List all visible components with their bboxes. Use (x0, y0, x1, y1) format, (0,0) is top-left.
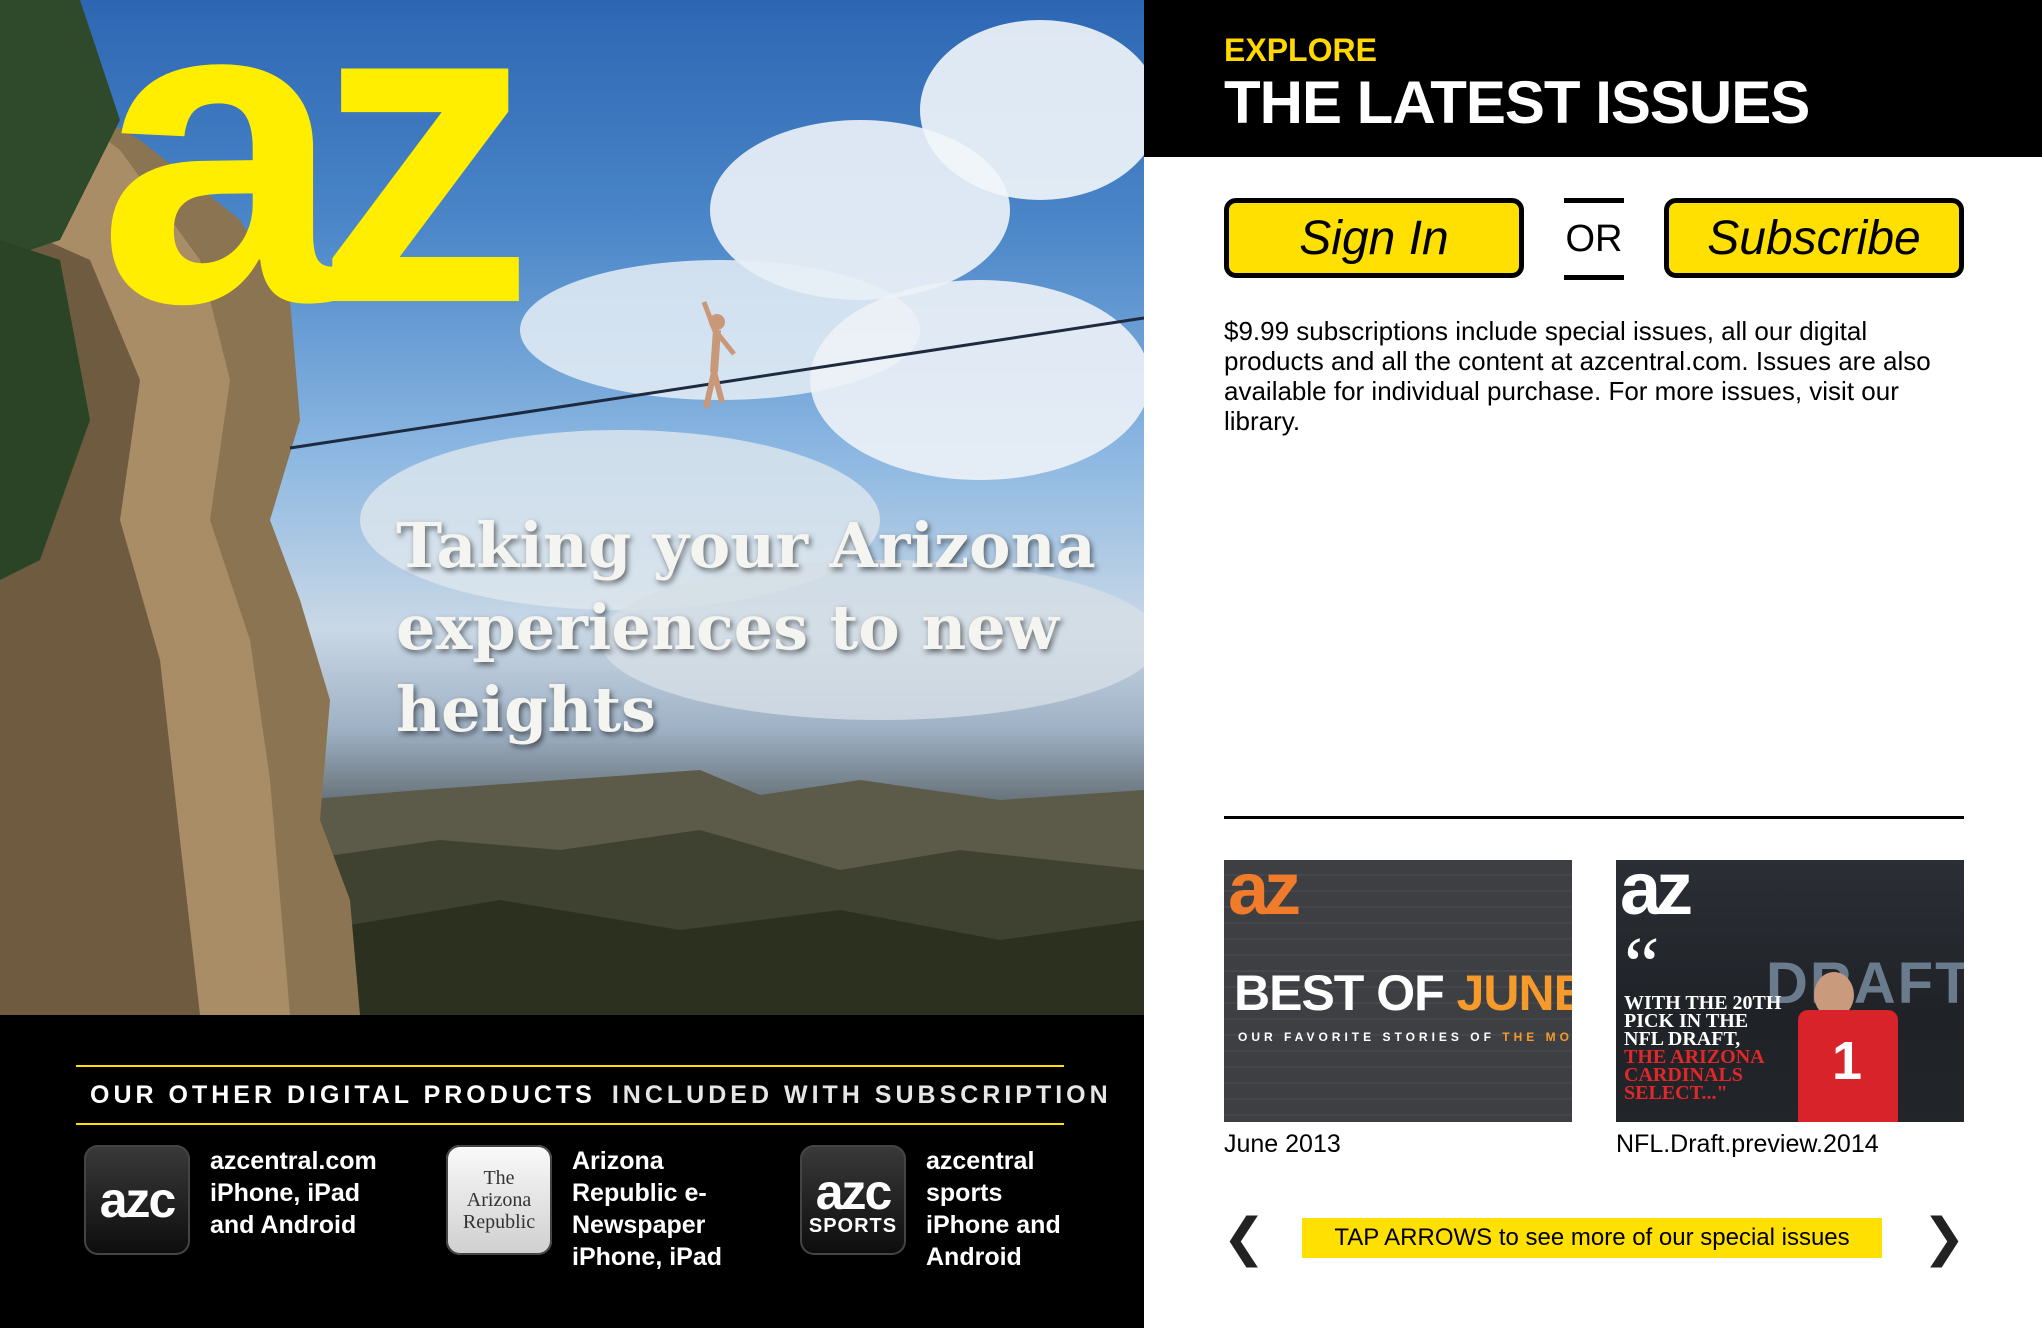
issue-caption[interactable]: NFL.Draft.preview.2014 (1616, 1130, 1964, 1159)
thumb-quote-a: WITH THE 20TH PICK IN THE NFL DRAFT, (1624, 992, 1782, 1050)
product-line: Android (926, 1243, 1022, 1271)
thumb-headline-b: JUNE 2013 (1456, 965, 1572, 1021)
store-header: EXPLORE THE LATEST ISSUES (1144, 0, 2042, 157)
jersey-graphic: 1 (1798, 1010, 1898, 1122)
issue-card-nfl-draft[interactable]: DRAFT az “ WITH THE 20TH PICK IN THE NFL… (1616, 860, 1964, 1159)
subscription-description: $9.99 subscriptions include special issu… (1224, 316, 1931, 436)
product-line: and Android (210, 1211, 357, 1239)
thumb-quote: WITH THE 20TH PICK IN THE NFL DRAFT, THE… (1624, 992, 1784, 1104)
page-title: THE LATEST ISSUES (1224, 69, 1810, 136)
jersey-number: 1 (1832, 1031, 1863, 1091)
product-line: Arizona (572, 1147, 664, 1175)
products-heading-light: INCLUDED WITH SUBSCRIPTION (611, 1080, 1112, 1109)
cover-logo: az (98, 0, 535, 395)
or-separator: OR (1564, 198, 1624, 280)
sign-in-button[interactable]: Sign In (1224, 198, 1524, 278)
store-panel: EXPLORE THE LATEST ISSUES Sign In OR Sub… (1144, 0, 2042, 1328)
product-line: iPhone and (926, 1211, 1061, 1239)
azcentral-icon-text: azc (99, 1172, 177, 1228)
thumb-logo: az (1228, 860, 1301, 930)
thumb-backdrop-text: DRAFT (1766, 951, 1964, 1016)
cover-image: az Taking your Arizona experiences to ne… (0, 0, 1144, 1015)
sports-icon-text: azc (815, 1163, 893, 1220)
product-description: azcentral.com iPhone, iPad and Android (210, 1145, 377, 1305)
product-description: azcentral sports iPhone and Android (926, 1145, 1061, 1305)
issue-card-june-2013[interactable]: az BEST OF JUNE 2013 OUR FAVORITE STORIE… (1224, 860, 1572, 1159)
product-description: Arizona Republic e- Newspaper iPhone, iP… (572, 1145, 722, 1305)
product-line: azcentral.com (210, 1147, 377, 1175)
thumb-logo: az (1620, 860, 1693, 930)
products-heading-bold: OUR OTHER DIGITAL PRODUCTS (90, 1080, 596, 1109)
arizona-republic-app-icon[interactable]: The Arizona Republic (446, 1145, 552, 1255)
product-line: iPhone, iPad (210, 1179, 361, 1207)
cover-tagline: Taking your Arizona experiences to new h… (396, 509, 1096, 746)
issue-cover-thumbnail[interactable]: az BEST OF JUNE 2013 OUR FAVORITE STORIE… (1224, 860, 1572, 1122)
product-line: Newspaper (572, 1211, 706, 1239)
thumb-subhead: OUR FAVORITE STORIES OF THE MONTH (1238, 1030, 1572, 1044)
product-azcentral-sports[interactable]: azc SPORTS azcentral sports iPhone and A… (800, 1145, 1061, 1305)
cover-panel: az Taking your Arizona experiences to ne… (0, 0, 1144, 1328)
thumb-headline-a: BEST OF (1234, 965, 1445, 1021)
azcentral-app-icon[interactable]: azc (84, 1145, 190, 1255)
product-azcentral[interactable]: azc azcentral.com iPhone, iPad and Andro… (84, 1145, 377, 1305)
subscribe-button[interactable]: Subscribe (1664, 198, 1964, 278)
issue-cover-thumbnail[interactable]: DRAFT az “ WITH THE 20TH PICK IN THE NFL… (1616, 860, 1964, 1122)
product-line: iPhone, iPad (572, 1243, 723, 1271)
other-products-section: OUR OTHER DIGITAL PRODUCTS INCLUDED WITH… (0, 1015, 1144, 1328)
next-arrow-icon[interactable]: ❯ (1922, 1209, 1966, 1267)
explore-label: EXPLORE (1224, 32, 1377, 68)
thumb-quote-b: THE ARIZONA CARDINALS SELECT..." (1624, 1046, 1764, 1104)
carousel-nav: ❮ TAP ARROWS to see more of our special … (1222, 1209, 1966, 1267)
azcentral-sports-app-icon[interactable]: azc SPORTS (800, 1145, 906, 1255)
other-products-heading: OUR OTHER DIGITAL PRODUCTS INCLUDED WITH… (76, 1065, 1108, 1125)
issue-caption[interactable]: June 2013 (1224, 1130, 1572, 1159)
thumb-headline: BEST OF JUNE 2013 (1234, 964, 1572, 1022)
thumb-sub-b: THE MONTH (1502, 1030, 1572, 1044)
product-line: Republic e- (572, 1179, 707, 1207)
prev-arrow-icon[interactable]: ❮ (1222, 1209, 1266, 1267)
carousel-hint: TAP ARROWS to see more of our special is… (1302, 1218, 1882, 1258)
quote-mark-icon: “ (1624, 922, 1660, 1010)
sports-icon-sub: SPORTS (808, 1214, 898, 1237)
republic-icon-text: The Arizona Republic (462, 1167, 536, 1233)
product-line: azcentral (926, 1147, 1035, 1175)
product-line: sports (926, 1179, 1003, 1207)
divider (1224, 816, 1964, 819)
product-arizona-republic[interactable]: The Arizona Republic Arizona Republic e-… (446, 1145, 722, 1305)
thumb-sub-a: OUR FAVORITE STORIES OF (1238, 1030, 1495, 1044)
